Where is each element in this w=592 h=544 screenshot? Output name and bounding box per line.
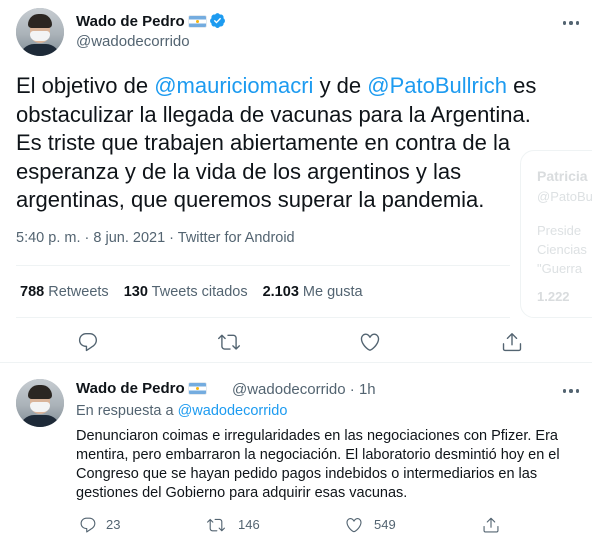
reply-button[interactable] <box>78 515 98 535</box>
author-handle[interactable]: @wadodecorrido <box>76 33 190 50</box>
retweets-stat[interactable]: 788 Retweets <box>20 284 109 300</box>
like-button[interactable] <box>358 330 382 354</box>
like-count: 549 <box>374 517 396 532</box>
likes-count: 2.103 <box>262 284 299 300</box>
retweet-icon <box>207 518 225 532</box>
retweet-button[interactable] <box>206 515 226 535</box>
reply-context: En respuesta a @wadodecorrido <box>76 403 287 419</box>
reply-count: 23 <box>106 517 121 532</box>
quotes-stat[interactable]: 130 Tweets citados <box>124 284 248 300</box>
reply-author-handle[interactable]: @wadodecorrido · 1h <box>232 381 376 398</box>
mention-link[interactable]: @PatoBullrich <box>367 73 507 98</box>
reply-button[interactable] <box>76 330 100 354</box>
reply-to-mention[interactable]: @wadodecorrido <box>178 403 288 419</box>
hover-card-bio: Preside Ciencias "Guerra <box>537 221 587 278</box>
like-button[interactable] <box>344 515 364 535</box>
retweets-count: 788 <box>20 284 45 300</box>
share-button[interactable] <box>481 515 501 535</box>
hover-card-bio-line: Preside <box>537 223 582 238</box>
author-name[interactable]: Wado de Pedro <box>76 12 226 30</box>
verified-badge-icon <box>209 13 225 28</box>
tweet-time[interactable]: 5:40 p. m. <box>16 230 80 246</box>
reply-handle-text[interactable]: @wadodecorrido <box>232 381 346 398</box>
hover-card-stat: 1.222 <box>537 289 570 304</box>
likes-stat[interactable]: 2.103 Me gusta <box>263 284 363 300</box>
reply-author-name[interactable]: Wado de Pedro <box>76 380 206 397</box>
reply-prefix: En respuesta a <box>76 403 178 419</box>
reply-author-name-text[interactable]: Wado de Pedro <box>76 380 185 397</box>
tweet-timestamp[interactable]: 5:40 p. m. · 8 jun. 2021 · Twitter for A… <box>16 230 295 246</box>
divider <box>16 317 510 318</box>
heart-icon <box>360 333 380 351</box>
tweet-text: El objetivo de @mauriciomacri y de @Pato… <box>16 72 561 215</box>
quotes-label: Tweets citados <box>151 284 248 300</box>
retweets-label: Retweets <box>48 284 109 300</box>
argentina-flag-icon <box>188 16 206 27</box>
tweet-text-part: y de <box>313 73 368 98</box>
tweet-date[interactable]: 8 jun. 2021 <box>93 230 165 246</box>
retweet-count: 146 <box>238 517 260 532</box>
avatar[interactable] <box>16 379 64 427</box>
mention-link[interactable]: @mauriciomacri <box>154 73 313 98</box>
heart-icon <box>346 518 362 533</box>
divider <box>16 265 510 266</box>
tweet-text-part: El objetivo de <box>16 73 155 98</box>
avatar[interactable] <box>16 8 64 56</box>
tweet-source[interactable]: Twitter for Android <box>178 230 295 246</box>
share-icon <box>502 333 522 352</box>
author-name-text[interactable]: Wado de Pedro <box>76 13 185 30</box>
reply-text: Denunciaron coimas e irregularidades en … <box>76 428 560 501</box>
quotes-count: 130 <box>123 284 148 300</box>
reply-icon <box>80 517 96 533</box>
hover-card-bio-line: Ciencias <box>537 242 587 257</box>
retweet-icon <box>218 334 240 350</box>
more-icon[interactable] <box>560 12 582 34</box>
more-icon[interactable] <box>560 380 582 402</box>
tweet-stats: 788 Retweets 130 Tweets citados 2.103 Me g… <box>20 284 378 300</box>
share-icon <box>483 517 499 533</box>
divider <box>0 362 592 363</box>
retweet-button[interactable] <box>217 330 241 354</box>
main-tweet: Wado de Pedro @wadodecorrido El objetivo… <box>0 0 580 362</box>
reply-time[interactable]: 1h <box>359 381 376 398</box>
share-button[interactable] <box>500 330 524 354</box>
argentina-flag-icon <box>188 383 206 394</box>
reply-icon <box>78 333 98 352</box>
likes-label: Me gusta <box>302 284 363 300</box>
hover-card-bio-line: "Guerra <box>537 261 583 276</box>
